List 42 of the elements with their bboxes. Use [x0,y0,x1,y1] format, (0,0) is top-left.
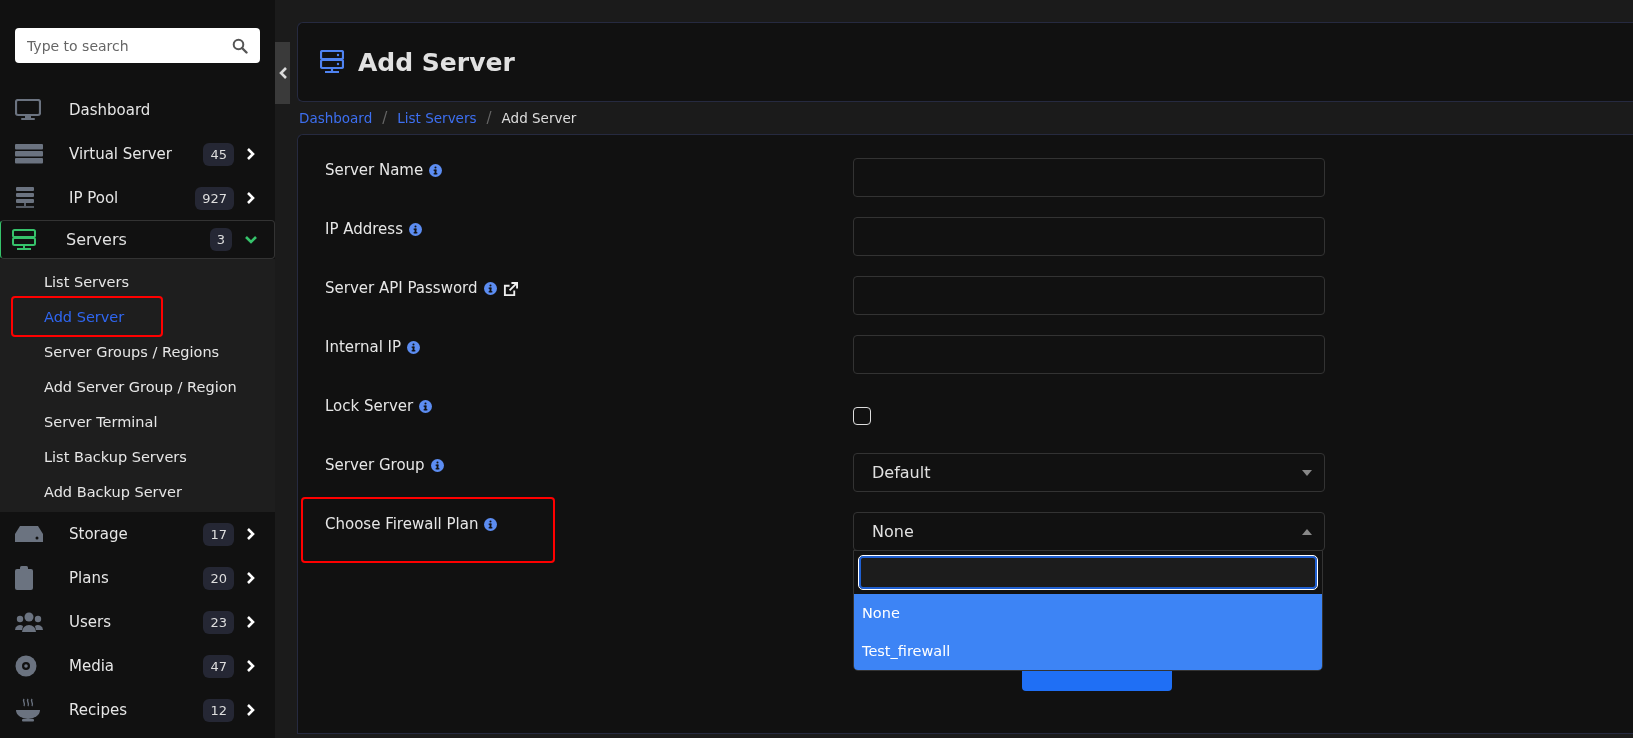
count-badge: 3 [209,228,232,251]
search-field[interactable]: Type to search [15,28,260,63]
menu-item[interactable]: Media 47 [0,644,275,688]
breadcrumb-current: Add Server [501,110,577,126]
submenu-item[interactable]: Add Server Group / Region [44,378,237,395]
field-label: Internal IP [325,338,402,356]
menu-item[interactable]: Dashboard [0,88,275,132]
menu-item[interactable]: Recipes 12 [0,688,275,732]
breadcrumb-link[interactable]: Dashboard [299,110,373,126]
submenu-item[interactable]: Server Terminal [44,413,158,430]
menu-item[interactable]: Storage 17 [0,512,275,556]
field-label: IP Address [325,220,403,238]
dropdown-option[interactable]: Test_firewall [854,632,1322,670]
count-badge: 17 [203,522,234,546]
breadcrumb-link[interactable]: List Servers [397,110,477,126]
count-badge: 20 [203,566,234,590]
menu-item[interactable]: Virtual Server 45 [0,132,275,176]
breadcrumb-separator: / [382,109,388,127]
selected-value: Default [872,463,932,482]
select-field[interactable]: Default [853,453,1325,492]
field-label: Server API Password [325,279,478,297]
count-badge: 927 [195,186,234,210]
selected-value: None [872,522,915,541]
submenu-item[interactable]: Add Backup Server [44,483,182,500]
field-label: Server Group [325,456,425,474]
field-label: Server Name [325,161,424,179]
submenu-item[interactable]: List Backup Servers [44,448,187,465]
count-badge: 12 [203,698,234,722]
count-badge: 45 [203,142,234,166]
count-badge: 47 [203,654,234,678]
menu-item[interactable]: Plans 20 [0,556,275,600]
page-title: Add Server [358,47,515,77]
field-label: Lock Server [325,397,414,415]
submenu-item[interactable]: Server Groups / Regions [44,343,220,360]
submenu-item[interactable]: List Servers [44,273,130,290]
breadcrumb-separator: / [486,109,492,127]
count-badge: 23 [203,610,234,634]
menu-item[interactable]: Servers 3 [0,220,275,259]
dropdown-option[interactable]: None [854,594,1322,632]
field-label: Choose Firewall Plan [325,515,479,533]
menu-item[interactable]: Users 23 [0,600,275,644]
menu-item[interactable]: IP Pool 927 [0,176,275,220]
